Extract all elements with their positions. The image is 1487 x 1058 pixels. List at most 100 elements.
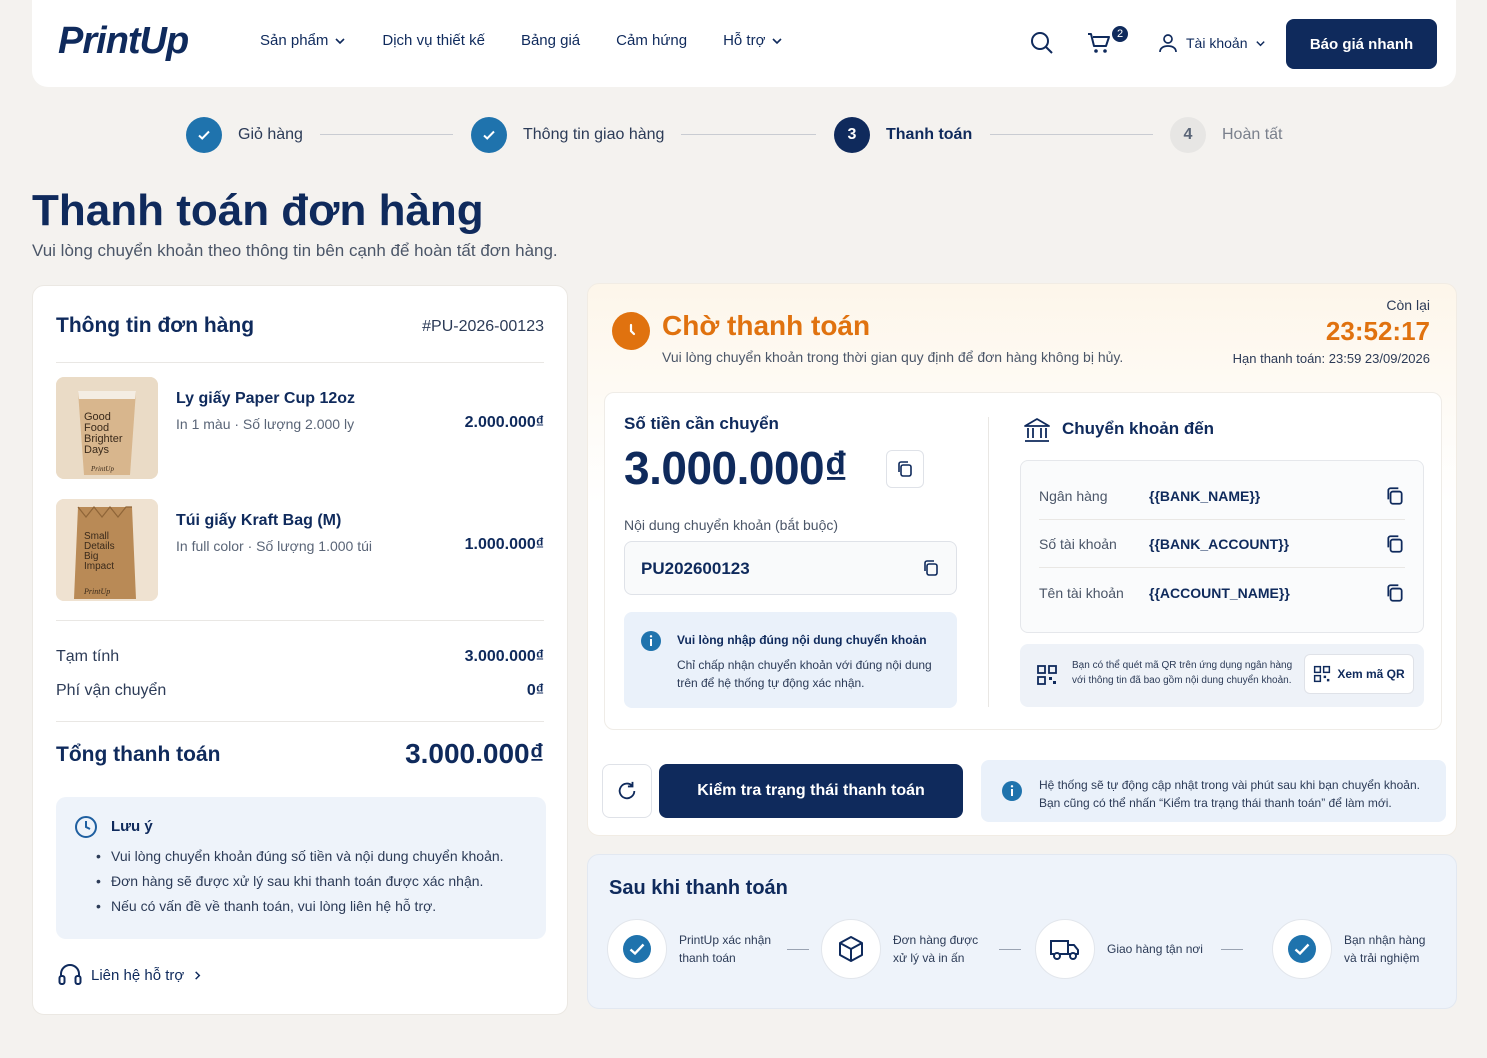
- step-connector: [1221, 949, 1243, 950]
- copy-icon[interactable]: [1385, 486, 1405, 506]
- main-nav: Sản phẩm Dịch vụ thiết kế Bảng giá Cảm h…: [260, 32, 819, 49]
- bank-name-row: Ngân hàng {{BANK_NAME}}: [1039, 473, 1405, 520]
- step-number: 3: [834, 117, 870, 153]
- step-connector: [320, 134, 453, 135]
- copy-amount-button[interactable]: [886, 450, 924, 488]
- step-connector: [990, 134, 1153, 135]
- item-price: 1.000.000₫: [464, 536, 544, 553]
- view-qr-button[interactable]: Xem mã QR: [1304, 654, 1414, 694]
- step-cart[interactable]: Giỏ hàng: [186, 117, 303, 153]
- step-connector: [681, 134, 816, 135]
- bag-brand-text: PrintUp: [83, 587, 110, 596]
- note-title: Lưu ý: [111, 818, 153, 835]
- after-payment-title: Sau khi thanh toán: [609, 877, 788, 899]
- kraft-bag-thumbnail: Small Details Big Impact PrintUp: [56, 499, 158, 601]
- cart-icon[interactable]: [1086, 30, 1112, 56]
- chevron-down-icon: [772, 37, 782, 44]
- order-item: Small Details Big Impact PrintUp Túi giấy K…: [56, 499, 544, 603]
- amount-label: Số tiền cần chuyển: [624, 414, 779, 433]
- account-name-row: Tên tài khoản {{ACCOUNT_NAME}}: [1039, 569, 1405, 616]
- nav-item-support[interactable]: Hỗ trợ: [723, 32, 783, 49]
- step-number: 4: [1170, 117, 1206, 153]
- total-label: Tổng thanh toán: [56, 743, 221, 766]
- qr-code-icon: [1314, 665, 1331, 683]
- step-complete: 4 Hoàn tất: [1170, 117, 1282, 153]
- truck-icon: [1035, 919, 1095, 979]
- chevron-right-icon: [195, 970, 201, 980]
- shipping-row: Phí vận chuyển 0₫: [56, 682, 544, 699]
- nav-item-inspiration[interactable]: Cảm hứng: [616, 32, 687, 49]
- user-icon: [1159, 34, 1177, 53]
- checkout-stepper: Giỏ hàng Thông tin giao hàng 3 Thanh toá…: [186, 117, 1296, 153]
- qr-box: Bạn có thể quét mã QR trên ứng dụng ngân…: [1020, 644, 1424, 707]
- cart-count-badge: 2: [1110, 24, 1130, 44]
- nav-item-pricing[interactable]: Bảng giá: [521, 32, 580, 49]
- paper-cup-thumbnail: Good Food Brighter Days PrintUp: [56, 377, 158, 479]
- remaining-label: Còn lại: [1386, 297, 1430, 313]
- page-title: Thanh toán đơn hàng: [32, 186, 484, 235]
- bank-title: Chuyển khoản đến: [1062, 419, 1215, 438]
- headset-icon: [58, 964, 82, 985]
- chevron-down-icon: [1256, 40, 1266, 46]
- note-list: Vui lòng chuyển khoản đúng số tiền và nộ…: [96, 848, 504, 923]
- after-step-delivery: Giao hàng tận nơi: [1035, 919, 1203, 979]
- qr-text: Bạn có thể quét mã QR trên ứng dụng ngân…: [1072, 660, 1293, 686]
- bank-icon: [1023, 416, 1051, 444]
- auto-update-text: Hệ thống sẽ tự động cập nhật trong vài p…: [1039, 778, 1420, 810]
- info-title: Vui lòng nhập đúng nội dung chuyển khoản: [677, 633, 927, 647]
- copy-icon[interactable]: [922, 559, 940, 577]
- transfer-details-panel: Số tiền cần chuyển 3.000.000₫ Nội dung c…: [604, 392, 1442, 730]
- transfer-content-field[interactable]: PU202600123: [624, 541, 957, 595]
- contact-support-link[interactable]: Liên hệ hỗ trợ: [57, 962, 203, 988]
- refresh-button[interactable]: [602, 764, 652, 818]
- item-name: Ly giấy Paper Cup 12oz: [176, 390, 356, 407]
- auto-update-info: Hệ thống sẽ tự động cập nhật trong vài p…: [981, 760, 1446, 822]
- copy-icon: [898, 461, 912, 477]
- item-desc: In 1 màu · Số lượng 2.000 ly: [176, 416, 355, 432]
- note-item: Đơn hàng sẽ được xử lý sau khi thanh toá…: [96, 873, 504, 889]
- chevron-down-icon: [335, 37, 345, 44]
- step-payment: 3 Thanh toán: [834, 117, 972, 153]
- after-payment-card: Sau khi thanh toán PrintUp xác nhận thanh…: [587, 854, 1457, 1009]
- after-step-receive: Bạn nhận hàng và trải nghiệm: [1272, 919, 1425, 979]
- deadline: Hạn thanh toán: 23:59 23/09/2026: [1232, 351, 1430, 366]
- order-summary-card: Thông tin đơn hàng #PU-2026-00123 Good Fo…: [32, 285, 568, 1015]
- copy-icon[interactable]: [1385, 583, 1405, 603]
- step-shipping-info[interactable]: Thông tin giao hàng: [471, 117, 664, 153]
- divider: [56, 721, 544, 722]
- account-menu[interactable]: Tài khoản: [1158, 33, 1266, 53]
- item-name: Túi giấy Kraft Bag (M): [176, 512, 342, 529]
- info-icon: [640, 630, 662, 652]
- order-id: #PU-2026-00123: [422, 318, 544, 335]
- divider: [56, 362, 544, 363]
- note-item: Vui lòng chuyển khoản đúng số tiền và nộ…: [96, 848, 504, 864]
- copy-icon[interactable]: [1385, 534, 1405, 554]
- check-payment-status-button[interactable]: Kiểm tra trạng thái thanh toán: [659, 764, 963, 818]
- payment-status-subtitle: Vui lòng chuyển khoản trong thời gian qu…: [662, 349, 1124, 365]
- qr-code-icon: [1036, 664, 1058, 686]
- cup-brand-text: PrintUp: [90, 465, 114, 473]
- account-label: Tài khoản: [1186, 35, 1248, 51]
- note-item: Nếu có vấn đề về thanh toán, vui lòng li…: [96, 898, 504, 914]
- check-icon: [471, 117, 507, 153]
- top-header: PrintUp Sản phẩm Dịch vụ thiết kế Bảng g…: [32, 0, 1456, 87]
- item-desc: In full color · Số lượng 1.000 túi: [176, 538, 372, 554]
- payment-card: Chờ thanh toán Vui lòng chuyển khoản tro…: [587, 283, 1457, 836]
- order-summary-title: Thông tin đơn hàng: [56, 314, 255, 337]
- clock-icon: [612, 312, 650, 350]
- payment-status-title: Chờ thanh toán: [662, 310, 871, 341]
- logo[interactable]: PrintUp: [58, 20, 189, 63]
- quick-quote-button[interactable]: Báo giá nhanh: [1286, 19, 1437, 69]
- check-icon: [186, 117, 222, 153]
- nav-item-design-service[interactable]: Dịch vụ thiết kế: [382, 32, 485, 49]
- nav-item-products[interactable]: Sản phẩm: [260, 32, 346, 49]
- check-icon: [607, 919, 667, 979]
- search-icon[interactable]: [1029, 30, 1055, 56]
- total-value: 3.000.000₫: [405, 738, 544, 769]
- transfer-info-box: Vui lòng nhập đúng nội dung chuyển khoản…: [624, 612, 957, 708]
- vertical-divider: [988, 417, 989, 707]
- after-step-processing: Đơn hàng được xử lý và in ấn: [821, 919, 978, 979]
- transfer-content-value: PU202600123: [641, 559, 750, 578]
- countdown-timer: 23:52:17: [1325, 316, 1430, 346]
- amount-value: 3.000.000₫: [624, 442, 848, 494]
